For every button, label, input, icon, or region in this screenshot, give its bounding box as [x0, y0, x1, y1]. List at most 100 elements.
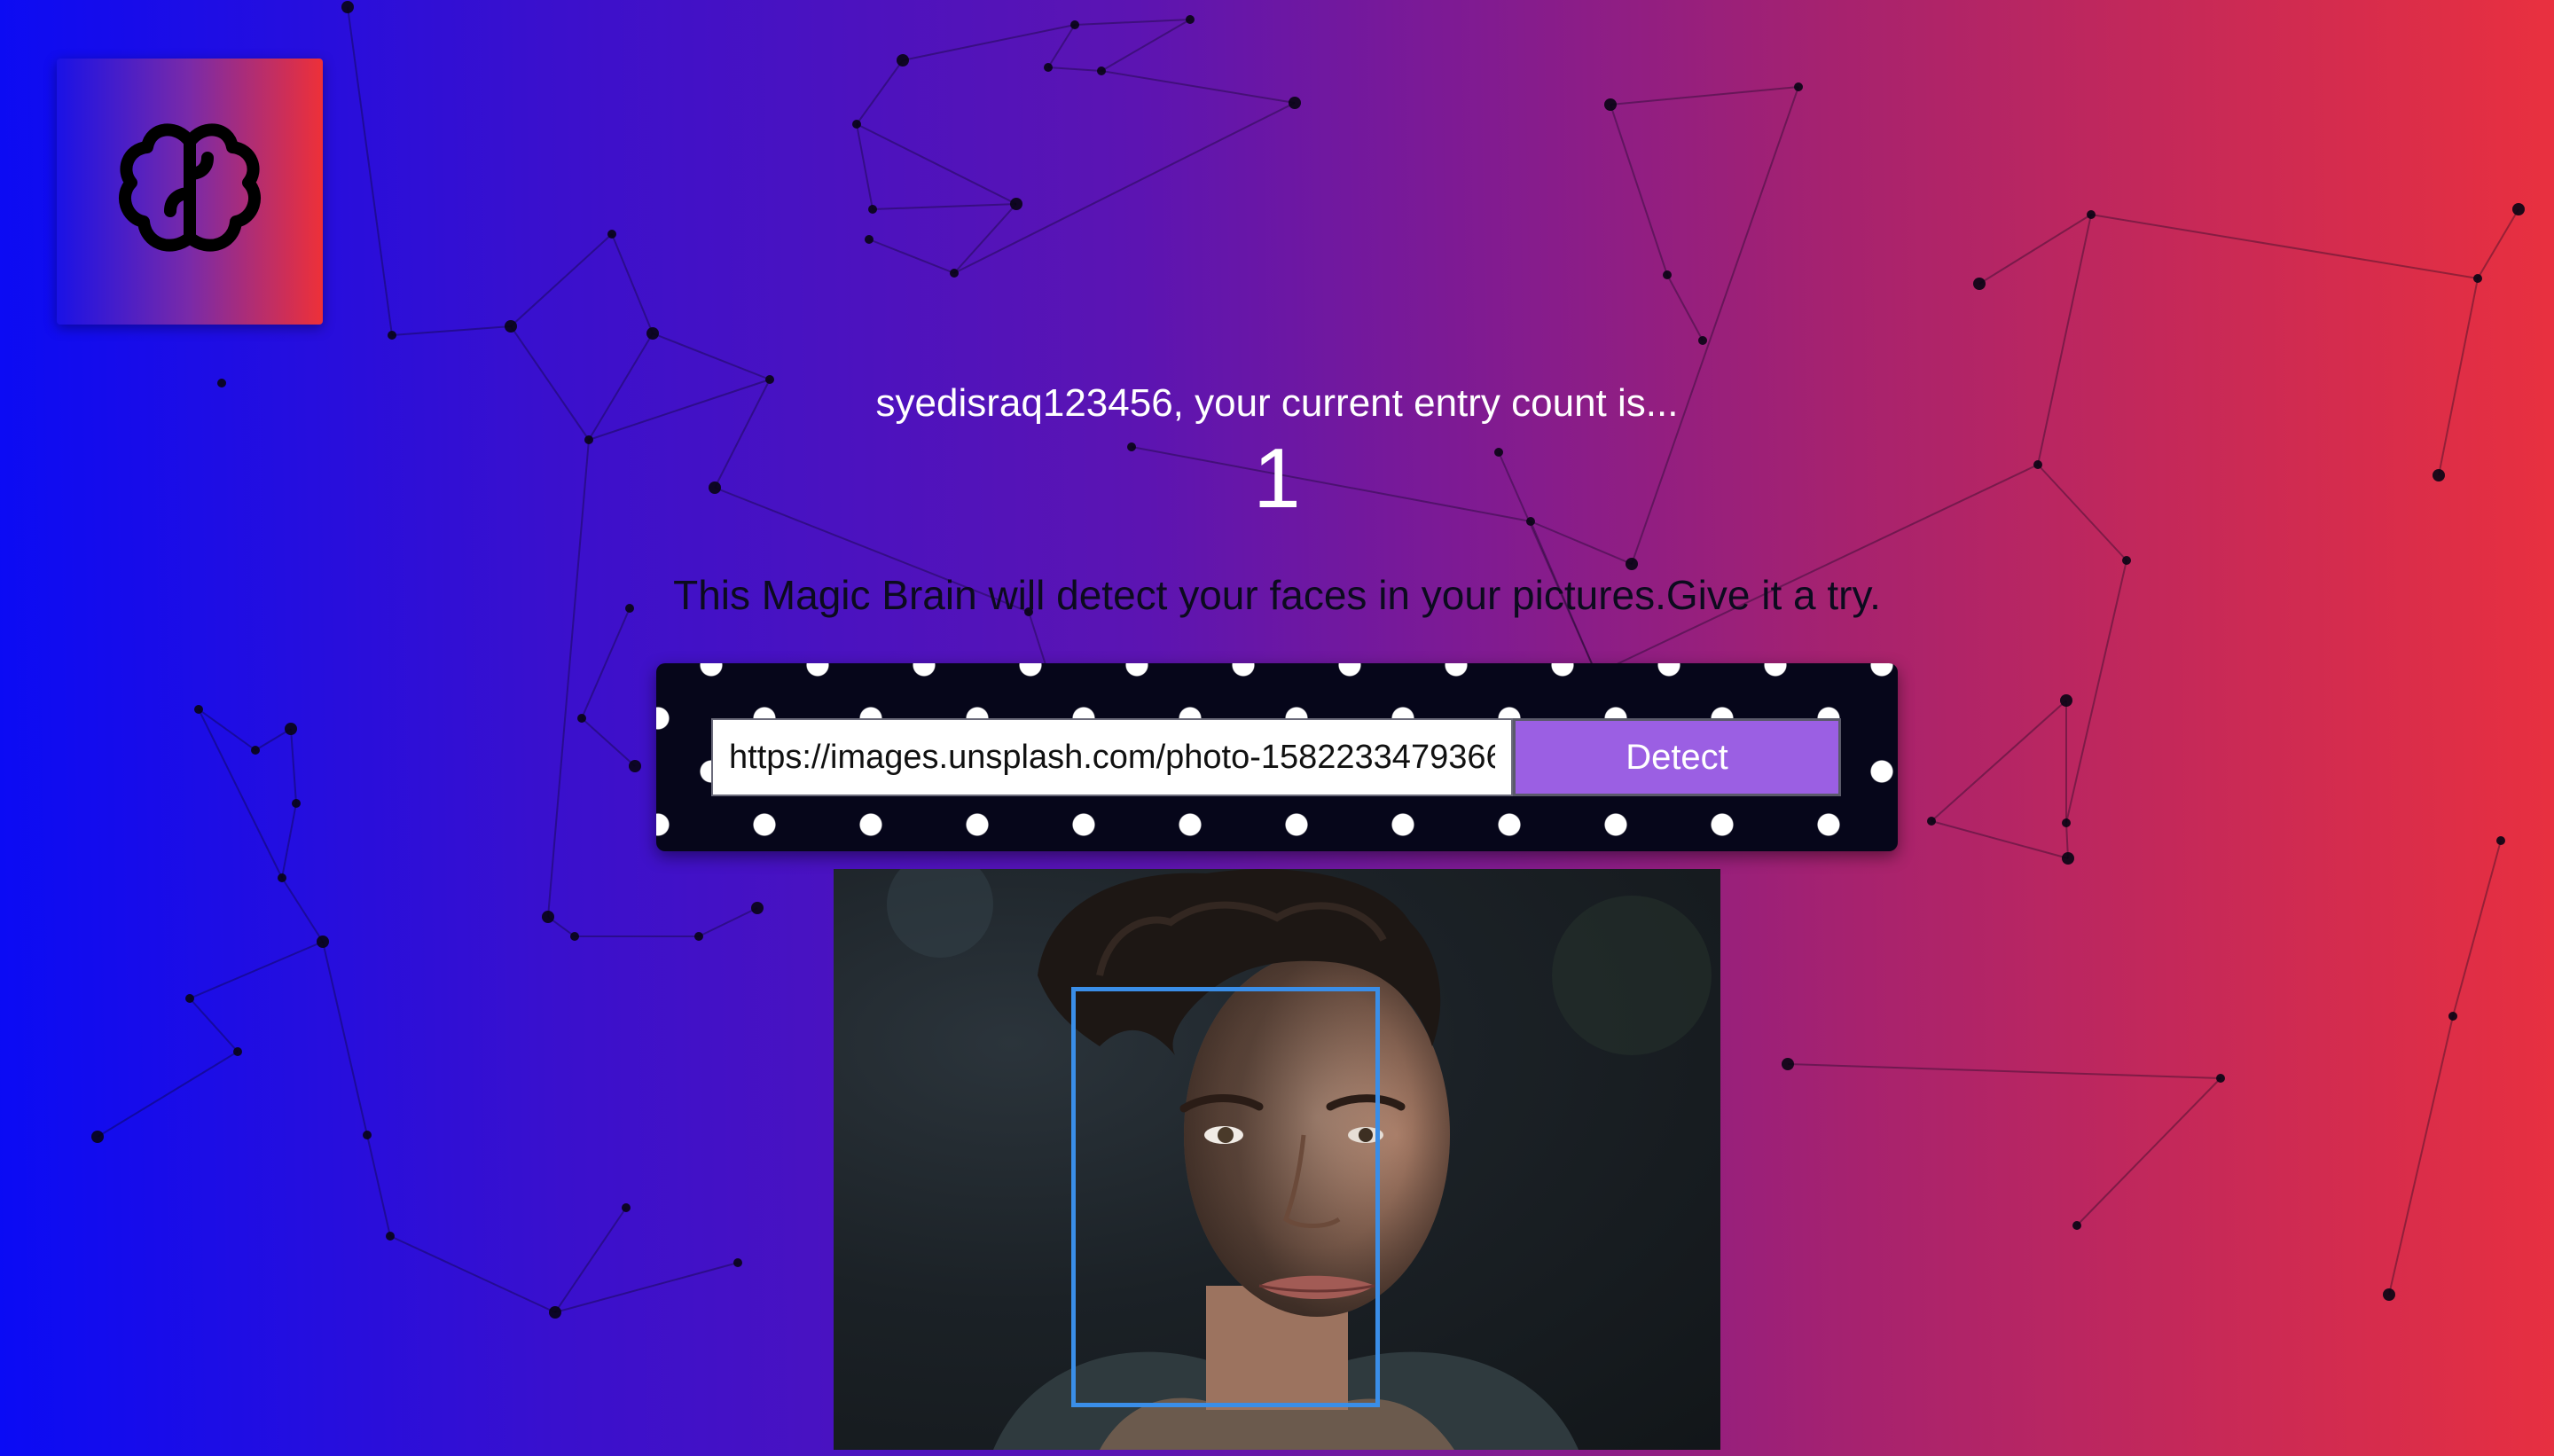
particle-dot	[251, 746, 260, 755]
particle-link	[2090, 214, 2479, 279]
particle-dot	[1044, 63, 1053, 72]
particle-dot	[852, 120, 861, 129]
particle-dot	[292, 799, 301, 808]
particle-dot	[2448, 1012, 2457, 1021]
particle-link	[198, 708, 283, 879]
brain-icon	[115, 119, 264, 265]
particle-dot	[2072, 1221, 2081, 1230]
particle-dot	[577, 714, 586, 723]
particle-link	[953, 102, 1296, 274]
particle-dot	[2062, 852, 2074, 865]
particle-dot	[2060, 694, 2072, 707]
particle-dot	[278, 873, 286, 882]
particle-link	[1666, 274, 1704, 341]
particle-dot	[2512, 203, 2525, 215]
particle-link	[198, 708, 256, 751]
particle-link	[1101, 19, 1191, 72]
particle-dot	[1794, 82, 1803, 91]
particle-dot	[386, 1232, 395, 1241]
particle-link	[868, 239, 955, 274]
particle-link	[554, 1262, 739, 1313]
particle-dot	[865, 235, 874, 244]
particle-link	[97, 1051, 239, 1138]
particle-link	[2076, 1077, 2221, 1226]
logo[interactable]	[57, 59, 323, 325]
tagline: This Magic Brain will detect your faces …	[673, 572, 1881, 618]
particle-link	[189, 941, 324, 999]
particle-dot	[733, 1258, 742, 1267]
particle-dot	[2473, 274, 2482, 283]
particle-link	[856, 123, 1017, 205]
particle-link	[611, 233, 654, 334]
image-link-form: Detect	[656, 663, 1898, 851]
particle-link	[1047, 24, 1076, 68]
particle-dot	[1698, 336, 1707, 345]
particle-link	[281, 877, 324, 943]
detect-button[interactable]: Detect	[1513, 718, 1841, 796]
particle-link	[1787, 1063, 2221, 1079]
particle-dot	[233, 1047, 242, 1056]
particle-link	[281, 802, 297, 879]
particle-dot	[542, 911, 554, 923]
particle-dot	[2383, 1288, 2395, 1301]
particle-dot	[505, 320, 517, 333]
particle-link	[872, 203, 1017, 210]
particle-link	[366, 1134, 391, 1237]
image-url-input[interactable]	[711, 718, 1513, 796]
entry-count-message: syedisraq123456, your current entry coun…	[875, 381, 1679, 425]
particle-link	[1931, 820, 2069, 859]
particle-dot	[868, 205, 877, 214]
particle-dot	[388, 331, 396, 340]
particle-link	[698, 907, 758, 937]
particle-dot	[950, 269, 959, 278]
particle-dot	[1927, 817, 1936, 826]
particle-link	[322, 941, 368, 1136]
particle-dot	[285, 723, 297, 735]
particle-dot	[2087, 210, 2096, 219]
particle-link	[856, 123, 874, 210]
particle-link	[1978, 214, 2092, 285]
particle-link	[953, 203, 1017, 274]
particle-dot	[1289, 97, 1301, 109]
particle-dot	[694, 932, 703, 941]
particle-dot	[2122, 556, 2131, 565]
particle-dot	[1186, 15, 1195, 24]
particle-dot	[607, 230, 616, 239]
particle-link	[652, 333, 771, 380]
particle-dot	[1663, 270, 1672, 279]
particle-link	[2388, 1015, 2454, 1296]
face-image	[834, 869, 1720, 1450]
particle-dot	[317, 935, 329, 948]
particle-dot	[751, 902, 764, 914]
particle-link	[1047, 67, 1102, 72]
particle-link	[1074, 19, 1191, 26]
particle-dot	[2496, 836, 2505, 845]
particle-dot	[1604, 98, 1617, 111]
particle-link	[189, 998, 239, 1053]
particle-link	[902, 24, 1076, 61]
particle-link	[856, 59, 904, 125]
particle-link	[2477, 208, 2519, 279]
particle-link	[1610, 104, 1668, 276]
particle-dot	[363, 1131, 372, 1139]
particle-link	[347, 6, 393, 336]
particle-dot	[1010, 198, 1022, 210]
particle-link	[581, 607, 631, 719]
particle-dot	[91, 1131, 104, 1143]
particle-link	[1610, 86, 1799, 106]
particle-link	[2452, 840, 2502, 1017]
particle-dot	[1782, 1058, 1794, 1070]
particle-dot	[2216, 1074, 2225, 1083]
particle-dot	[1097, 67, 1106, 75]
particle-dot	[622, 1203, 631, 1212]
face-bounding-box	[1071, 987, 1380, 1407]
particle-link	[2037, 214, 2092, 466]
particle-dot	[1070, 20, 1079, 29]
particle-dot	[341, 1, 354, 13]
particle-dot	[629, 760, 641, 772]
particle-dot	[1626, 558, 1638, 570]
particle-link	[1931, 700, 2067, 822]
particle-dot	[1973, 278, 1986, 290]
particle-link	[391, 325, 512, 336]
particle-link	[510, 233, 613, 327]
